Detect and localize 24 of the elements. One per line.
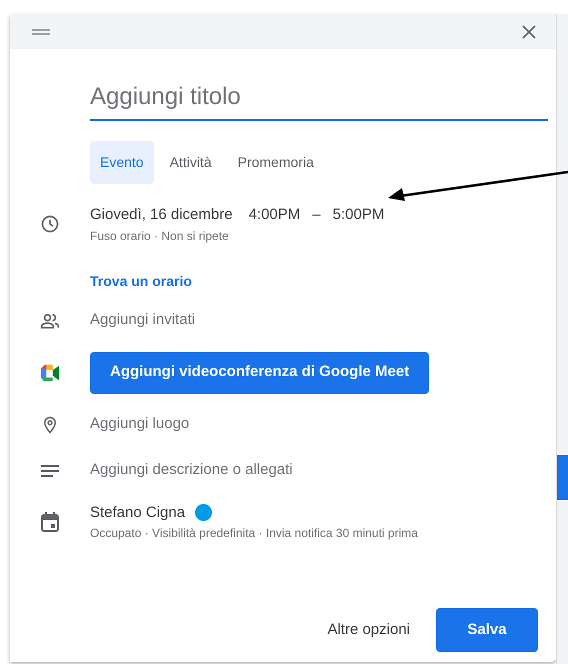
event-details[interactable]: Occupato · Visibilità predefinita · Invia notifica 30 minuti prima — [90, 524, 418, 542]
title-field[interactable]: Aggiungi titolo — [90, 79, 548, 121]
more-options-button[interactable]: Altre opzioni — [315, 608, 422, 652]
find-time-link[interactable]: Trova un orario — [90, 270, 192, 292]
time-separator: – — [312, 205, 321, 225]
input-field[interactable]: Aggiungi invitati — [90, 307, 196, 334]
end-time[interactable]: 5:00PM — [332, 204, 384, 226]
input-field[interactable]: Aggiungi descrizione o allegati — [90, 457, 293, 484]
save-button[interactable]: Salva — [436, 608, 538, 652]
close-icon[interactable] — [522, 24, 536, 38]
tab[interactable]: Promemoria — [228, 141, 324, 184]
time-details[interactable]: Fuso orario · Non si ripete — [90, 226, 384, 244]
calendar-icon — [41, 512, 59, 532]
tab[interactable]: Attività — [160, 141, 222, 184]
clock-icon — [40, 214, 60, 234]
drag-handle-icon[interactable] — [32, 28, 50, 34]
input-field[interactable]: Aggiungi luogo — [90, 411, 190, 438]
start-time[interactable]: 4:00PM — [248, 204, 300, 226]
text-lines-icon — [40, 464, 60, 478]
calendar-owner-name[interactable]: Stefano Cigna — [90, 502, 186, 524]
tab[interactable]: Evento — [90, 141, 154, 184]
add-video-conference-button[interactable]: Aggiungi videoconferenza di Google Meet — [90, 352, 430, 394]
video-camera-icon — [39, 364, 61, 382]
date-text[interactable]: Giovedì, 16 dicembre — [90, 204, 233, 226]
